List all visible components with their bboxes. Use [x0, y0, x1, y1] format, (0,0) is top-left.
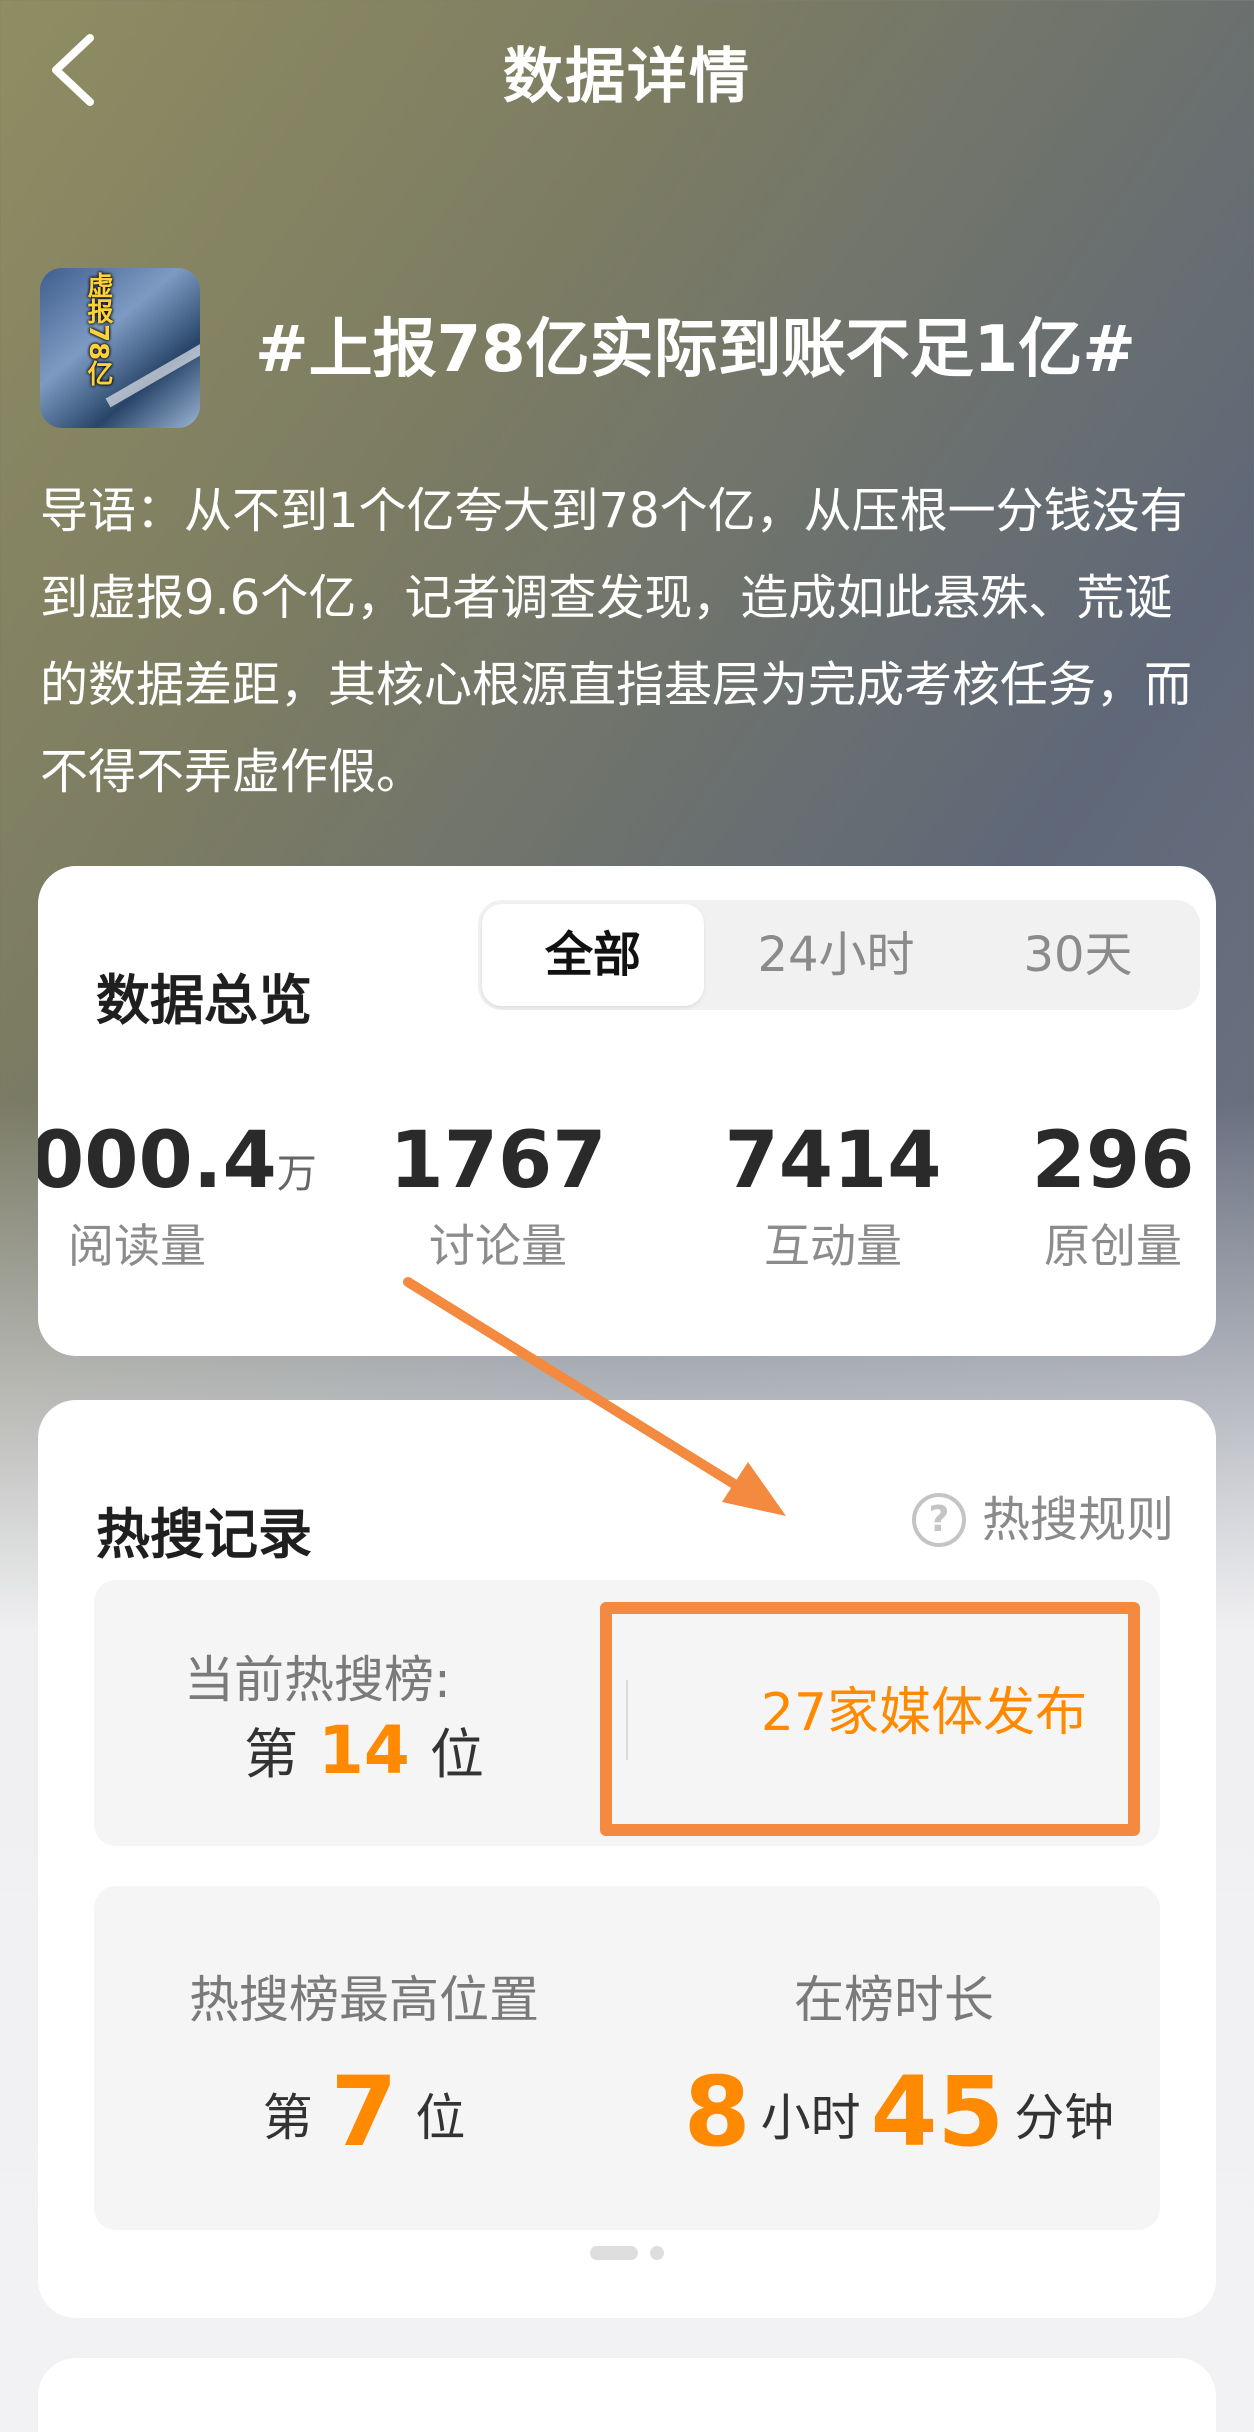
duration-minutes-unit: 分钟: [1014, 2089, 1115, 2147]
thumbnail-caption: 虚报78亿: [83, 272, 113, 387]
topic-intro: 导语：从不到1个亿夸大到78个亿，从压根一分钱没有到虚报9.6个亿，记者调查发现…: [40, 483, 1193, 800]
hot-search-rules-button[interactable]: ? 热搜规则: [911, 1480, 1174, 1560]
tab-30d[interactable]: 30天: [958, 900, 1198, 1010]
stat-reads-label: 阅读量: [68, 1219, 206, 1273]
highest-rank-value: 7: [330, 2056, 398, 2168]
current-rank-suffix: 位: [429, 1723, 484, 1786]
stat-original: 296 原创量: [998, 1116, 1228, 1276]
current-rank-prefix: 第: [244, 1723, 298, 1786]
hot-search-title: 热搜记录: [96, 1503, 312, 1566]
stat-reads-unit: 万: [276, 1151, 317, 1197]
duration-label: 在榜时长: [794, 1971, 994, 2029]
stat-discussions-label: 讨论量: [429, 1219, 567, 1273]
time-range-segment: 全部 24小时 30天: [478, 900, 1200, 1010]
next-card: [38, 2358, 1216, 2432]
top-bar: 数据详情: [0, 0, 1254, 140]
duration-minutes: 45: [870, 2056, 1005, 2168]
question-icon: ?: [911, 1493, 966, 1547]
current-rank-value: 14: [318, 1712, 410, 1789]
tab-all[interactable]: 全部: [482, 904, 704, 1006]
highest-rank-label: 热搜榜最高位置: [189, 1971, 539, 2029]
topic-thumbnail: 虚报78亿: [40, 268, 200, 428]
highest-rank-prefix: 第: [262, 2089, 313, 2147]
hot-search-card: 热搜记录 ? 热搜规则 当前热搜榜: 第 14 位 27家媒体发布 热搜榜最高位置 …: [38, 1400, 1216, 2318]
current-rank-label: 当前热搜榜:: [184, 1651, 451, 1709]
tab-24h[interactable]: 24小时: [710, 900, 962, 1010]
stat-reads: 000.4万 阅读量: [38, 1116, 318, 1276]
duration-hours-unit: 小时: [760, 2089, 861, 2147]
overview-title: 数据总览: [96, 969, 312, 1032]
overview-card: 数据总览 全部 24小时 30天 000.4万 阅读量 1767 讨论量 741…: [38, 866, 1216, 1356]
topic-title: #上报78亿实际到账不足1亿#: [255, 313, 1136, 387]
duration-hours: 8: [683, 2056, 751, 2168]
media-publish-link[interactable]: 27家媒体发布: [694, 1580, 1154, 1846]
stat-interactions-label: 互动量: [764, 1219, 902, 1273]
highest-rank: 第7位: [94, 2056, 634, 2168]
hot-search-rules-label: 热搜规则: [981, 1492, 1174, 1548]
page-indicator-dot: [650, 2246, 664, 2260]
stat-interactions: 7414 互动量: [658, 1116, 1008, 1276]
current-rank: 第 14 位: [244, 1710, 484, 1789]
stat-discussions-value: 1767: [389, 1116, 607, 1206]
stat-reads-value: 000.4: [38, 1116, 277, 1206]
rank-history-panel: 热搜榜最高位置 第7位 在榜时长 8 小时 45 分钟: [94, 1886, 1160, 2230]
stat-original-value: 296: [1031, 1116, 1195, 1206]
thumbnail-decoration: [105, 338, 200, 408]
page-indicator-active: [590, 2246, 638, 2260]
stat-original-label: 原创量: [1044, 1219, 1182, 1273]
stat-discussions: 1767 讨论量: [338, 1116, 658, 1276]
duration: 8 小时 45 分钟: [614, 2056, 1174, 2168]
current-rank-panel: 当前热搜榜: 第 14 位 27家媒体发布: [94, 1580, 1160, 1846]
highest-rank-suffix: 位: [415, 2089, 466, 2147]
stat-interactions-value: 7414: [724, 1116, 942, 1206]
page-title: 数据详情: [503, 42, 751, 112]
divider: [626, 1680, 628, 1760]
